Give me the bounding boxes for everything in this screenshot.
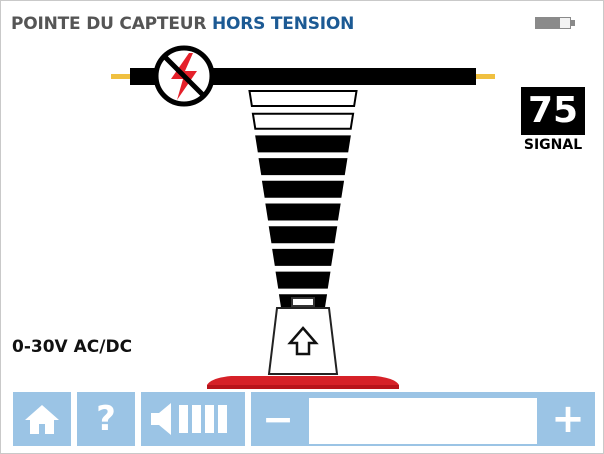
volume-slider-track (309, 398, 537, 444)
sensor-screen: POINTE DU CAPTEUR HORS TENSION 75 SIGNAL… (0, 0, 604, 454)
signal-bar-filled (275, 271, 331, 289)
signal-bar-empty (251, 112, 355, 130)
plus-label: + (551, 396, 585, 442)
volume-minus-button[interactable]: − (249, 390, 307, 448)
signal-bar-filled (255, 135, 351, 153)
home-button[interactable] (11, 390, 73, 448)
no-voltage-icon (153, 45, 215, 107)
minus-label: − (262, 397, 294, 441)
volume-button[interactable] (139, 390, 247, 448)
signal-bar-filled (258, 158, 348, 176)
signal-bar-filled (261, 180, 345, 198)
volume-plus-button[interactable]: + (539, 390, 597, 448)
signal-gauge (111, 45, 495, 389)
signal-value: 75 (521, 87, 585, 135)
speaker-volume-icon (151, 403, 227, 435)
signal-bar-filled (268, 226, 338, 244)
signal-bar-filled (265, 203, 341, 221)
probe-body (207, 297, 399, 389)
voltage-range-label: 0-30V AC/DC (12, 337, 133, 357)
help-button[interactable]: ? (75, 390, 137, 448)
signal-label: SIGNAL (523, 137, 583, 153)
signal-bar-filled (272, 248, 334, 266)
help-label: ? (96, 399, 116, 439)
signal-bars (248, 90, 358, 312)
signal-bar-empty (248, 90, 358, 107)
signal-readout: 75 SIGNAL (521, 87, 585, 153)
bottom-toolbar: ? − + (1, 390, 603, 452)
home-icon (25, 405, 59, 434)
